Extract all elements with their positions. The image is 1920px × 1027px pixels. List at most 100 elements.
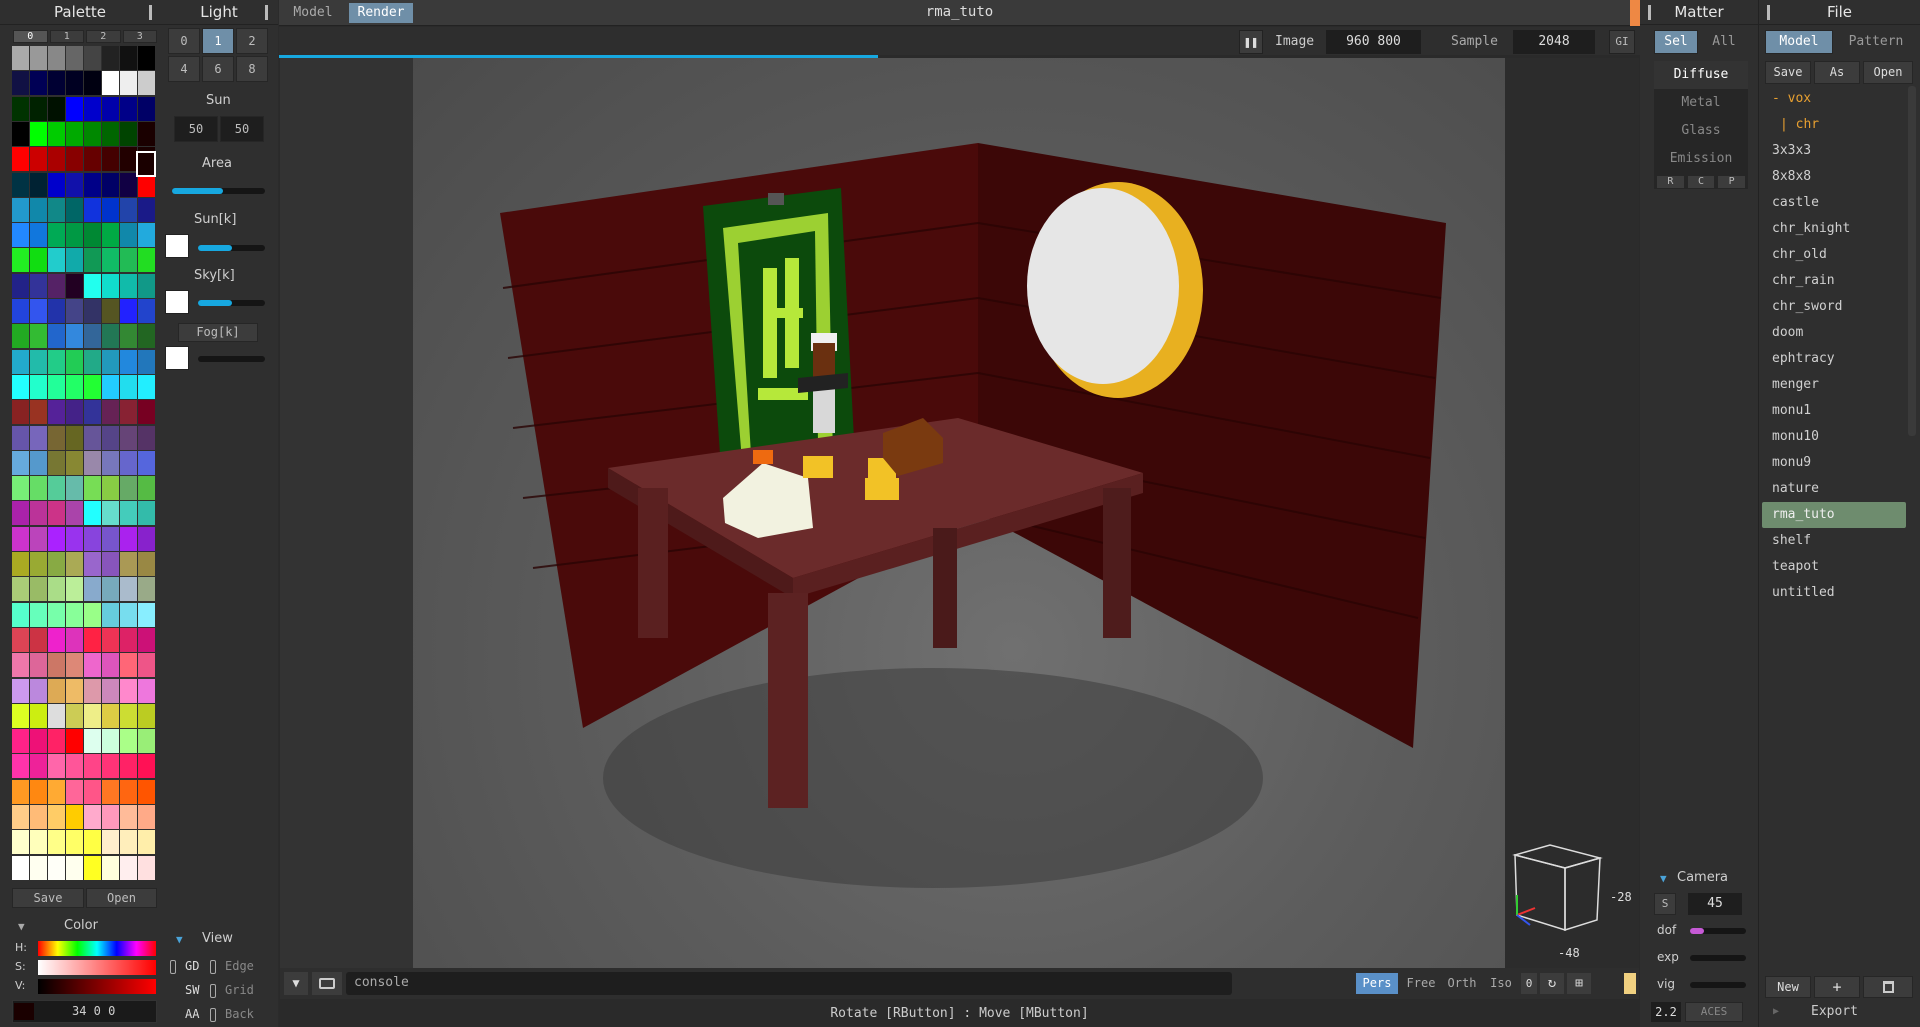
- palette-color-cell[interactable]: [12, 653, 29, 678]
- palette-color-cell[interactable]: [66, 425, 83, 450]
- palette-color-cell[interactable]: [30, 754, 47, 779]
- palette-color-cell[interactable]: [48, 805, 65, 829]
- palette-color-cell[interactable]: [12, 299, 29, 323]
- palette-color-cell[interactable]: [66, 552, 83, 576]
- palette-color-cell[interactable]: [66, 526, 83, 551]
- palette-color-cell[interactable]: [48, 450, 65, 475]
- file-item[interactable]: chr_rain: [1762, 268, 1906, 294]
- file-list-scrollbar[interactable]: [1908, 86, 1916, 436]
- palette-color-cell[interactable]: [48, 349, 65, 374]
- file-item[interactable]: ephtracy: [1762, 346, 1906, 372]
- palette-color-cell[interactable]: [30, 273, 47, 298]
- palette-color-cell[interactable]: [66, 147, 83, 172]
- palette-color-cell[interactable]: [102, 349, 119, 374]
- palette-color-cell[interactable]: [12, 273, 29, 298]
- file-save-button[interactable]: Save: [1765, 61, 1811, 84]
- palette-color-cell[interactable]: [30, 197, 47, 222]
- palette-color-cell[interactable]: [48, 729, 65, 754]
- file-delete-button[interactable]: [1863, 976, 1913, 998]
- palette-color-cell[interactable]: [66, 197, 83, 222]
- palette-color-cell[interactable]: [30, 147, 47, 172]
- palette-color-cell[interactable]: [30, 552, 47, 576]
- material-glass[interactable]: Glass: [1654, 117, 1748, 145]
- palette-color-cell[interactable]: [138, 729, 155, 754]
- palette-color-cell[interactable]: [120, 71, 137, 96]
- palette-color-cell[interactable]: [102, 855, 119, 880]
- palette-color-cell[interactable]: [84, 805, 101, 829]
- file-item[interactable]: monu9: [1762, 450, 1906, 476]
- palette-color-cell[interactable]: [84, 779, 101, 804]
- palette-color-cell[interactable]: [138, 248, 155, 273]
- palette-color-cell[interactable]: [48, 779, 65, 804]
- palette-color-cell[interactable]: [102, 678, 119, 703]
- exp-slider[interactable]: [1690, 955, 1746, 961]
- palette-color-cell[interactable]: [30, 855, 47, 880]
- palette-color-cell[interactable]: [66, 450, 83, 475]
- palette-color-cell[interactable]: [120, 501, 137, 526]
- palette-color-cell[interactable]: [138, 805, 155, 829]
- palette-color-cell[interactable]: [48, 526, 65, 551]
- palette-color-cell[interactable]: [12, 779, 29, 804]
- palette-color-cell[interactable]: [30, 299, 47, 323]
- palette-color-cell[interactable]: [66, 830, 83, 855]
- palette-color-cell[interactable]: [84, 349, 101, 374]
- palette-color-cell[interactable]: [84, 501, 101, 526]
- palette-color-cell[interactable]: [48, 830, 65, 855]
- palette-color-cell[interactable]: [138, 324, 155, 349]
- palette-color-cell[interactable]: [30, 729, 47, 754]
- palette-color-cell[interactable]: [48, 476, 65, 501]
- palette-color-cell[interactable]: [12, 147, 29, 172]
- palette-color-cell[interactable]: [12, 374, 29, 399]
- palette-color-cell[interactable]: [66, 855, 83, 880]
- palette-color-cell[interactable]: [30, 653, 47, 678]
- palette-color-cell[interactable]: [138, 450, 155, 475]
- palette-color-cell[interactable]: [138, 121, 155, 146]
- palette-color-cell[interactable]: [66, 71, 83, 96]
- palette-color-cell[interactable]: [102, 526, 119, 551]
- palette-color-cell[interactable]: [84, 273, 101, 298]
- palette-color-cell[interactable]: [138, 678, 155, 703]
- sun-y-field[interactable]: 50: [220, 116, 264, 142]
- palette-color-cell[interactable]: [120, 602, 137, 627]
- palette-color-cell[interactable]: [84, 374, 101, 399]
- material-emission[interactable]: Emission: [1654, 145, 1748, 173]
- palette-color-cell[interactable]: [12, 577, 29, 602]
- palette-color-cell[interactable]: [84, 754, 101, 779]
- palette-color-cell[interactable]: [48, 172, 65, 197]
- file-item[interactable]: chr_knight: [1762, 216, 1906, 242]
- file-item[interactable]: monu1: [1762, 398, 1906, 424]
- file-add-button[interactable]: +: [1814, 976, 1860, 998]
- pause-render-button[interactable]: ❚❚: [1239, 30, 1263, 54]
- skyk-slider[interactable]: [198, 300, 265, 306]
- palette-color-cell[interactable]: [120, 374, 137, 399]
- palette-color-cell[interactable]: [84, 425, 101, 450]
- palette-color-cell[interactable]: [102, 324, 119, 349]
- palette-selected-swatch[interactable]: [136, 151, 156, 177]
- palette-color-cell[interactable]: [84, 602, 101, 627]
- palette-color-cell[interactable]: [84, 703, 101, 728]
- palette-color-cell[interactable]: [66, 400, 83, 425]
- palette-color-cell[interactable]: [48, 627, 65, 652]
- palette-color-cell[interactable]: [84, 526, 101, 551]
- palette-color-cell[interactable]: [48, 96, 65, 121]
- palette-color-cell[interactable]: [138, 754, 155, 779]
- palette-color-cell[interactable]: [12, 729, 29, 754]
- palette-color-cell[interactable]: [120, 299, 137, 323]
- palette-color-cell[interactable]: [66, 299, 83, 323]
- palette-color-cell[interactable]: [48, 299, 65, 323]
- palette-color-cell[interactable]: [120, 779, 137, 804]
- palette-color-cell[interactable]: [12, 476, 29, 501]
- palette-color-cell[interactable]: [138, 552, 155, 576]
- palette-color-cell[interactable]: [102, 248, 119, 273]
- palette-tab-3[interactable]: 3: [122, 30, 157, 43]
- palette-color-cell[interactable]: [30, 349, 47, 374]
- palette-color-cell[interactable]: [138, 273, 155, 298]
- dof-slider[interactable]: [1690, 928, 1746, 934]
- palette-color-cell[interactable]: [48, 273, 65, 298]
- palette-color-cell[interactable]: [102, 450, 119, 475]
- palette-color-cell[interactable]: [138, 46, 155, 70]
- palette-tab-2[interactable]: 2: [86, 30, 121, 43]
- palette-color-cell[interactable]: [138, 501, 155, 526]
- palette-color-cell[interactable]: [12, 830, 29, 855]
- palette-color-cell[interactable]: [138, 197, 155, 222]
